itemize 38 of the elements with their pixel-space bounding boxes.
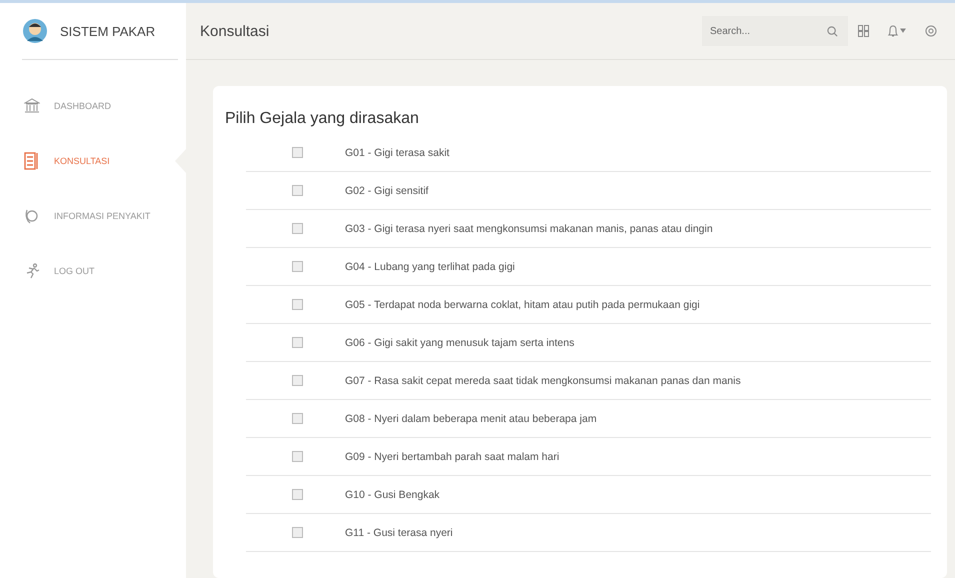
symptom-label: G04 - Lubang yang terlihat pada gigi [345,260,515,272]
symptom-label: G02 - Gigi sensitif [345,184,428,196]
avatar-icon [22,18,48,44]
symptom-label: G10 - Gusi Bengkak [345,488,440,500]
sidebar-item[interactable]: KONSULTASI [0,133,186,188]
checkbox[interactable] [292,451,303,462]
checkbox[interactable] [292,413,303,424]
checkbox[interactable] [292,489,303,500]
page-title: Konsultasi [200,22,270,40]
symptom-label: G03 - Gigi terasa nyeri saat mengkonsumsi makanan manis, panas atau dingin [345,222,713,234]
checkbox[interactable] [292,527,303,538]
symptom-label: G05 - Terdapat noda berwarna coklat, hitam atau putih pada permukaan gigi [345,298,700,310]
search-field[interactable]: Search... [702,16,848,46]
settings-icon[interactable] [925,25,937,37]
symptom-label: G09 - Nyeri bertambah parah saat malam hari [345,450,560,462]
sidebar-item[interactable]: DASHBOARD [0,78,186,133]
symptom-label: G11 - Gusi terasa nyeri [345,526,453,538]
list-icon [24,152,40,170]
symptom-label: G07 - Rasa sakit cepat mereda saat tidak mengkonsumsi makanan panas dan manis [345,374,741,386]
sidebar-item[interactable]: INFORMASI PENYAKIT [0,188,186,243]
runner-icon [24,262,40,278]
checkbox[interactable] [292,185,303,196]
brand-name: SISTEM PAKAR [60,24,156,38]
checkbox[interactable] [292,337,303,348]
symptom-label: G06 - Gigi sakit yang menusuk tajam serta intens [345,336,574,348]
symptom-label: G01 - Gigi terasa sakit [345,146,450,158]
sidebar-item[interactable]: LOG OUT [0,243,186,298]
symptom-label: G08 - Nyeri dalam beberapa menit atau beberapa jam [345,412,597,424]
search-icon[interactable] [827,26,838,37]
card-title: Pilih Gejala yang dirasakan [225,110,420,128]
checkbox[interactable] [292,299,303,310]
checkbox[interactable] [292,147,303,158]
checkbox[interactable] [292,375,303,386]
checkbox[interactable] [292,261,303,272]
checkbox[interactable] [292,223,303,234]
grid-icon[interactable] [858,25,869,37]
bank-icon [24,98,40,114]
bell-icon[interactable] [887,25,907,37]
